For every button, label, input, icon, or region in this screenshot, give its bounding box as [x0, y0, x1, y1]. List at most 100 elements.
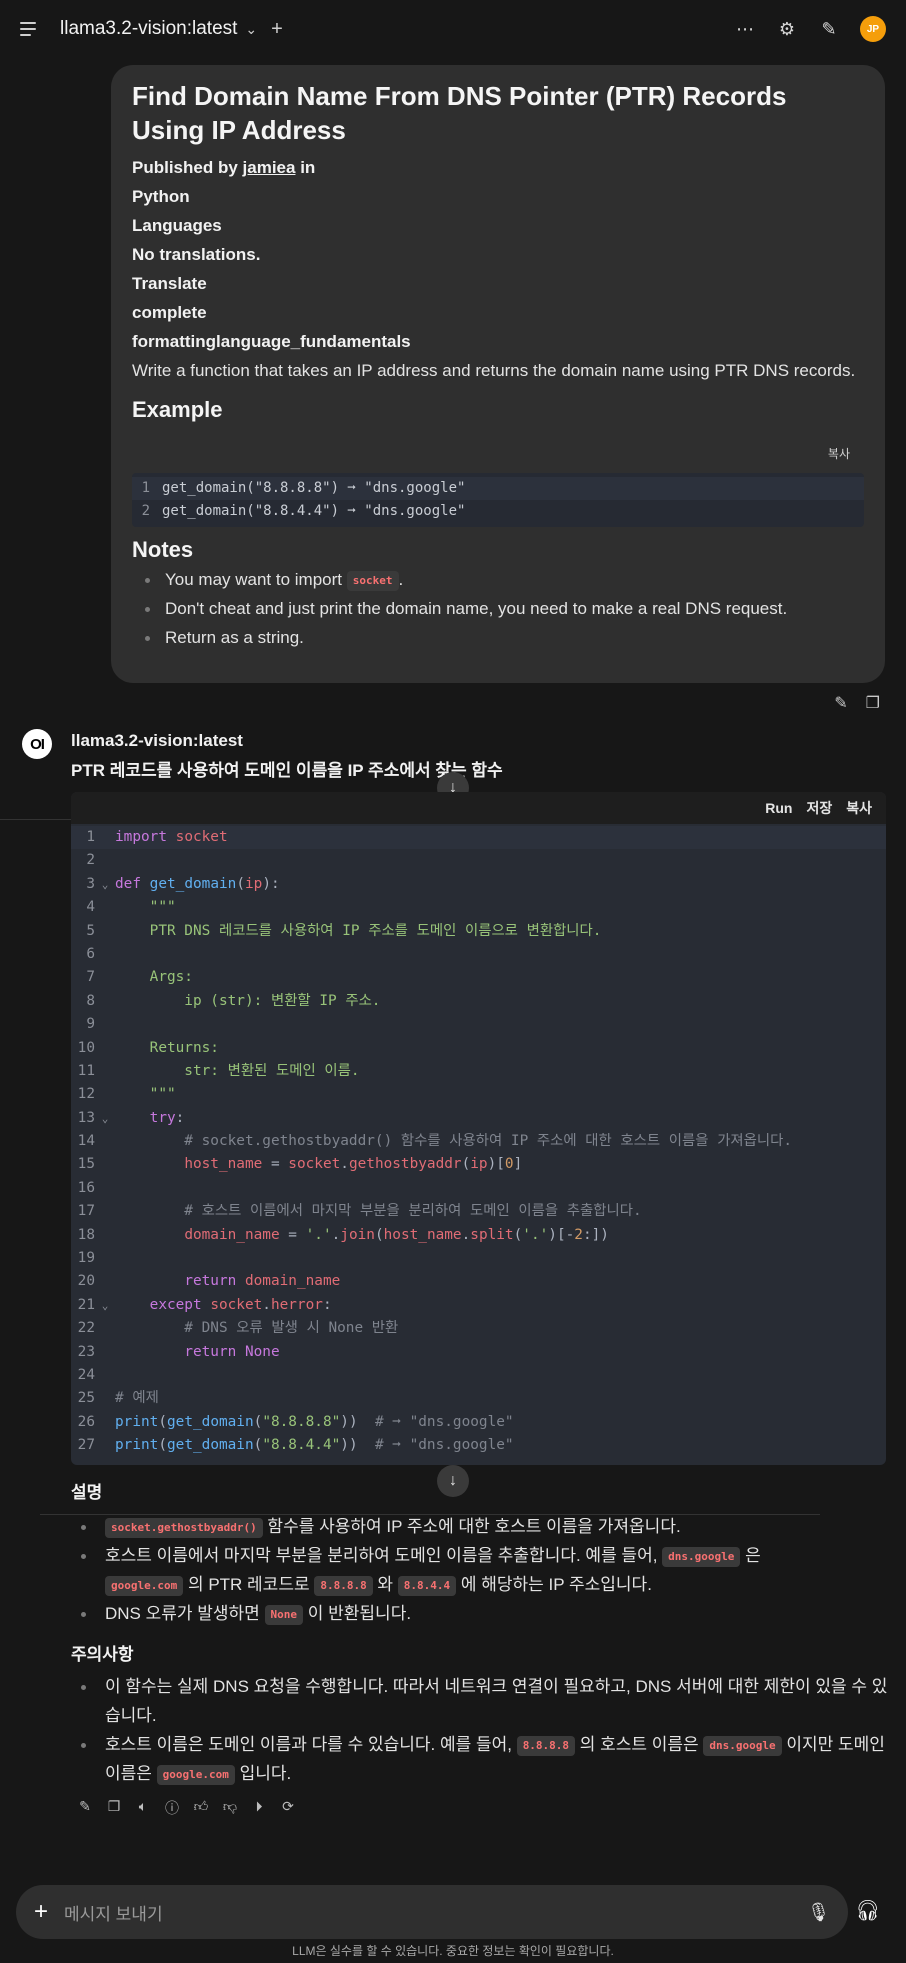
regenerate-icon[interactable]: ⟳	[280, 1798, 296, 1818]
example-heading: Example	[132, 397, 223, 422]
fold-chevron-icon	[95, 1434, 115, 1457]
code-token: (	[158, 1437, 167, 1454]
inline-code: 8.8.8.8	[314, 1576, 373, 1596]
list-item: socket.gethostbyaddr() 함수를 사용하여 IP 주소에 대…	[71, 1512, 891, 1541]
code-token: =	[262, 1156, 289, 1173]
code-token: :	[322, 1296, 332, 1313]
model-selector[interactable]: llama3.2-vision:latest	[60, 18, 237, 40]
user-message-actions: ✎ ❐	[834, 693, 880, 713]
save-button[interactable]: 저장	[806, 798, 832, 818]
author-link[interactable]: jamiea	[243, 158, 296, 177]
code-text: domain_name = '.'.join(host_name.split('…	[115, 1224, 609, 1247]
copy-icon[interactable]: ❐	[106, 1798, 122, 1818]
attach-plus-icon[interactable]: +	[34, 1898, 48, 1926]
add-model-button[interactable]: +	[271, 18, 283, 41]
code-line: 4 """	[71, 896, 886, 919]
code-token: return	[184, 1273, 237, 1290]
info-icon[interactable]: ⓘ	[164, 1798, 180, 1818]
code-token: host_name	[184, 1156, 263, 1173]
voice-mode-headset-icon[interactable]: 🎧︎	[855, 1898, 880, 1923]
line-number: 25	[77, 1390, 95, 1407]
meta-line: Python	[132, 187, 190, 206]
line-number: 1	[86, 829, 95, 845]
edit-icon[interactable]: ✎	[77, 1798, 93, 1818]
thumbs-up-icon[interactable]: 👍︎	[193, 1798, 209, 1818]
code-token: '.'	[305, 1226, 332, 1243]
continue-icon[interactable]: ⏵	[251, 1798, 267, 1818]
copy-icon[interactable]: ❐	[866, 693, 880, 713]
chevron-down-icon[interactable]: ⌄	[245, 21, 257, 38]
run-button[interactable]: Run	[765, 800, 792, 816]
fold-chevron-icon	[95, 1387, 115, 1410]
controls-icon[interactable]: ⚙	[776, 19, 798, 40]
published-prefix: Published by	[132, 158, 243, 177]
code-token: import	[115, 829, 167, 845]
code-token: domain_name	[244, 1273, 341, 1290]
fold-chevron-icon[interactable]: ⌄	[95, 1294, 115, 1317]
code-token: .	[340, 1156, 349, 1173]
code-token: "8.8.4.4"	[262, 1437, 341, 1454]
code-token: # 예제	[115, 1390, 159, 1407]
published-line: Published by jamiea in	[132, 153, 864, 182]
line-number: 7	[86, 969, 95, 986]
fold-chevron-icon	[95, 896, 115, 919]
example-code-block: 1 get_domain("8.8.8.8") ➞ "dns.google" 2g…	[132, 473, 864, 527]
code-token: :])	[582, 1226, 609, 1243]
line-number: 15	[77, 1156, 95, 1173]
code-text: print(get_domain("8.8.4.4")) # ➞ "dns.go…	[115, 1434, 514, 1457]
code-text: PTR DNS 레코드를 사용하여 IP 주소를 도메인 이름으로 변환합니다.	[115, 920, 602, 943]
fold-chevron-icon[interactable]: ⌄	[95, 1107, 115, 1130]
code-token: except	[149, 1296, 202, 1313]
line-number: 8	[86, 992, 95, 1009]
code-token: def	[115, 875, 141, 892]
fold-chevron-icon	[95, 1177, 115, 1200]
code-text: # 호스트 이름에서 마지막 부분을 분리하여 도메인 이름을 추출합니다.	[115, 1200, 641, 1223]
list-item: You may want to import socket.	[132, 565, 864, 594]
line-number: 18	[77, 1226, 95, 1243]
code-token: gethostbyaddr	[348, 1156, 462, 1173]
copy-button[interactable]: 복사	[132, 445, 850, 462]
sidebar-menu-icon[interactable]	[20, 18, 42, 40]
thumbs-down-icon[interactable]: 👎︎	[222, 1798, 238, 1818]
fold-chevron-icon[interactable]: ⌄	[95, 873, 115, 896]
code-text: get_domain("8.8.8.8") ➞ "dns.google"	[162, 480, 466, 496]
fold-chevron-icon	[95, 1224, 115, 1247]
line-number: 10	[77, 1039, 95, 1056]
more-icon[interactable]: ⋯	[734, 19, 756, 40]
fold-chevron-icon	[95, 1130, 115, 1153]
new-chat-icon[interactable]: ✎	[818, 19, 840, 40]
user-avatar[interactable]: JP	[860, 16, 886, 42]
inline-code: 8.8.4.4	[397, 1576, 457, 1596]
edit-icon[interactable]: ✎	[834, 693, 847, 713]
code-editor[interactable]: 1 import socket 2 3 ⌄ def get_domain(ip): 4 ""…	[71, 824, 886, 1458]
code-token: )[	[487, 1156, 505, 1173]
explain-section: 설명	[71, 1478, 891, 1503]
code-text: return None	[115, 1341, 279, 1364]
fold-chevron-icon	[95, 1153, 115, 1176]
published-suffix: in	[295, 158, 316, 177]
read-aloud-icon[interactable]: 🔈︎	[135, 1798, 151, 1818]
code-token: # DNS 오류 발생 시 None 반환	[115, 1320, 399, 1337]
code-token: return	[184, 1343, 237, 1360]
list-item: DNS 오류가 발생하면 None 이 반환됩니다.	[71, 1599, 891, 1628]
code-token: socket	[288, 1156, 341, 1173]
microphone-icon[interactable]: 🎙︎	[807, 1902, 830, 1923]
meta-line: Translate	[132, 274, 207, 293]
code-token: join	[340, 1226, 375, 1243]
caution-section: 주의사항	[71, 1640, 891, 1665]
code-line: 2	[71, 849, 886, 872]
copy-button[interactable]: 복사	[846, 798, 872, 818]
message-input[interactable]: 메시지 보내기	[64, 1900, 163, 1925]
code-line: 10 Returns:	[71, 1037, 886, 1060]
code-text: get_domain("8.8.4.4") ➞ "dns.google"	[162, 503, 466, 519]
code-text: print(get_domain("8.8.8.8")) # ➞ "dns.go…	[115, 1411, 514, 1434]
code-text: except socket.herror:	[115, 1294, 332, 1317]
line-number: 3	[86, 875, 95, 892]
code-text: try:	[115, 1107, 185, 1130]
item-text: 함수를 사용하여 IP 주소에 대한 호스트 이름을 가져옵니다.	[262, 1517, 681, 1536]
fold-chevron-icon	[95, 1411, 115, 1434]
